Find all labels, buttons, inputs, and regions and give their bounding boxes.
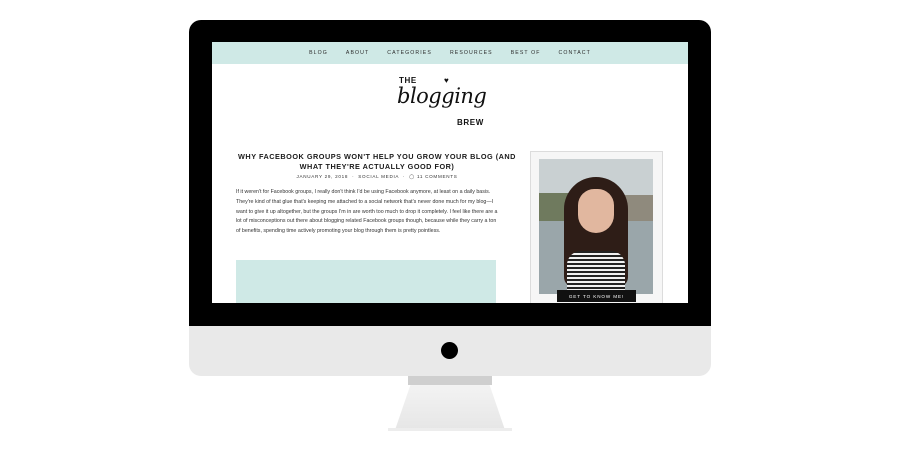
nav-item-resources[interactable]: RESOURCES xyxy=(441,50,502,56)
post-date: JANUARY 29, 2018 xyxy=(296,174,349,179)
nav-item-blog[interactable]: BLOG xyxy=(300,50,337,56)
top-navigation: BLOG ABOUT CATEGORIES RESOURCES BEST OF … xyxy=(212,42,688,64)
monitor-stand xyxy=(395,385,505,430)
nav-item-categories[interactable]: CATEGORIES xyxy=(378,50,441,56)
monitor-stand-base xyxy=(388,428,512,431)
webcam-icon xyxy=(441,342,458,359)
logo-brew: BREW xyxy=(457,118,484,127)
post-meta: JANUARY 29, 2018 · SOCIAL MEDIA · ◯ 11 C… xyxy=(232,174,522,180)
logo-script: blogging xyxy=(397,84,487,108)
post-title[interactable]: WHY FACEBOOK GROUPS WON'T HELP YOU GROW … xyxy=(232,152,522,172)
get-to-know-me-button[interactable]: GET TO KNOW ME! xyxy=(557,290,636,302)
post-featured-image[interactable] xyxy=(236,260,496,303)
monitor-neck xyxy=(408,376,492,385)
nav-item-best-of[interactable]: BEST OF xyxy=(502,50,550,56)
post-comments-link[interactable]: 11 COMMENTS xyxy=(417,174,458,179)
nav-item-about[interactable]: ABOUT xyxy=(337,50,378,56)
screen: BLOG ABOUT CATEGORIES RESOURCES BEST OF … xyxy=(212,42,688,303)
site-logo[interactable]: THE ♥ blogging BREW xyxy=(397,74,507,130)
author-photo xyxy=(539,159,653,294)
post-category[interactable]: SOCIAL MEDIA xyxy=(358,174,399,179)
post-excerpt: If it weren't for Facebook groups, I rea… xyxy=(236,189,498,235)
nav-item-contact[interactable]: CONTACT xyxy=(550,50,600,56)
comment-icon: ◯ xyxy=(409,174,415,179)
meta-separator: · xyxy=(352,174,355,179)
meta-separator: · xyxy=(402,174,406,179)
